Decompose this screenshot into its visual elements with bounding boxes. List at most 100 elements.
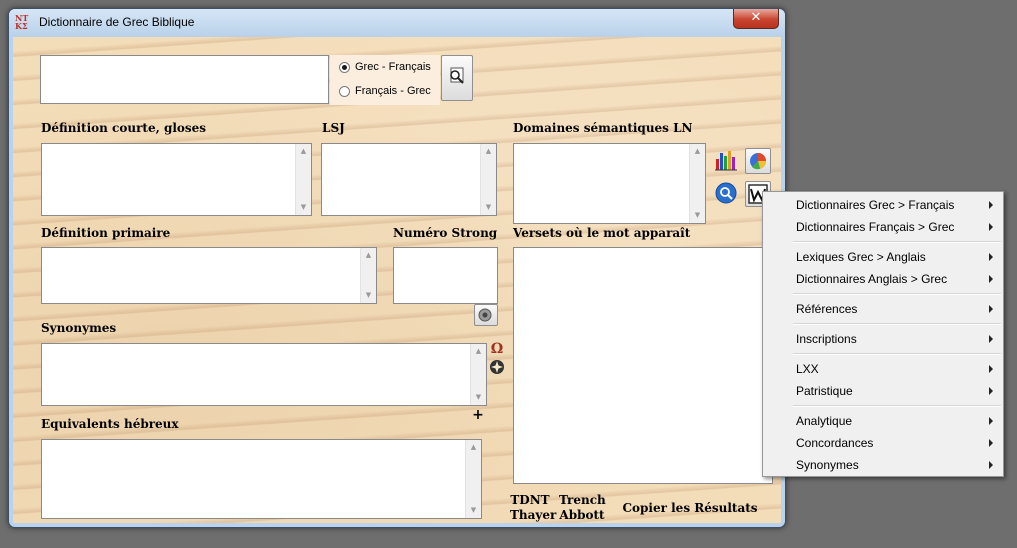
menu-item[interactable]: Synonymes [763, 454, 1003, 476]
context-menu: Dictionnaires Grec > Français Dictionnair… [762, 191, 1004, 477]
menu-item[interactable]: LXX [763, 358, 1003, 380]
omega-button[interactable]: Ω [489, 341, 505, 357]
menu-item[interactable]: Dictionnaires Grec > Français [763, 194, 1003, 216]
pie-chart-button[interactable] [745, 148, 771, 174]
numero-strong-field[interactable] [393, 247, 498, 304]
label-definition-primaire: Définition primaire [41, 226, 171, 240]
client-area: Grec - Français Français - Grec Définiti… [13, 37, 781, 523]
speaker-button[interactable] [474, 304, 498, 326]
synonymes-textarea[interactable]: ▲ ▼ [41, 343, 487, 406]
label-synonymes: Synonymes [41, 321, 117, 335]
trench-button[interactable]: Trench [559, 493, 606, 508]
menu-item[interactable]: Concordances [763, 432, 1003, 454]
menu-separator [793, 405, 1001, 407]
definition-courte-scrollbar[interactable]: ▲ ▼ [295, 144, 311, 215]
plus-button[interactable]: + [471, 407, 485, 423]
search-input[interactable] [40, 55, 329, 104]
main-window: ΝΤ ΚΣ Dictionnaire de Grec Biblique ✕ Gr… [8, 8, 786, 528]
globe-search-icon [715, 182, 737, 204]
menu-separator [793, 323, 1001, 325]
menu-item-label: Patristique [796, 384, 853, 398]
omega-icon: Ω [490, 341, 504, 357]
menu-item[interactable]: Analytique [763, 410, 1003, 432]
copier-resultats-button[interactable]: Copier les Résultats [620, 501, 760, 516]
radio-grec-francais-label[interactable]: Grec - Français [355, 61, 431, 73]
close-button[interactable]: ✕ [733, 9, 779, 29]
menu-item[interactable]: Patristique [763, 380, 1003, 402]
scroll-up-icon[interactable]: ▲ [690, 144, 705, 159]
menu-separator [793, 241, 1001, 243]
menu-item[interactable]: Dictionnaires Français > Grec [763, 216, 1003, 238]
radio-francais-grec[interactable] [339, 86, 350, 97]
menu-item-label: Dictionnaires Grec > Français [796, 198, 955, 212]
speaker-icon [478, 308, 492, 322]
label-lsj: LSJ [322, 121, 345, 135]
versets-textarea[interactable] [513, 247, 773, 484]
app-icon: ΝΤ ΚΣ [15, 14, 33, 32]
menu-separator [793, 293, 1001, 295]
abbott-button[interactable]: Abbott [559, 508, 605, 523]
globe-search-button[interactable] [714, 181, 738, 205]
submenu-arrow-icon [989, 223, 993, 231]
scroll-up-icon[interactable]: ▲ [361, 248, 376, 263]
scroll-down-icon[interactable]: ▼ [361, 288, 376, 303]
scroll-up-icon[interactable]: ▲ [296, 144, 311, 159]
scroll-down-icon[interactable]: ▼ [481, 200, 496, 215]
label-versets: Versets où le mot apparaît [513, 226, 691, 240]
submenu-arrow-icon [989, 365, 993, 373]
radio-francais-grec-label[interactable]: Français - Grec [355, 85, 431, 97]
tdnt-thayer-buttons: TDNT Thayer [510, 493, 556, 523]
submenu-arrow-icon [989, 253, 993, 261]
submenu-arrow-icon [989, 439, 993, 447]
menu-item-label: Dictionnaires Français > Grec [796, 220, 955, 234]
bar-chart-button[interactable] [713, 147, 739, 173]
menu-item-label: LXX [796, 362, 819, 376]
magnifier-icon [450, 67, 464, 84]
submenu-arrow-icon [989, 461, 993, 469]
submenu-arrow-icon [989, 201, 993, 209]
app-icon-text: ΝΤ ΚΣ [15, 13, 29, 31]
submenu-arrow-icon [989, 335, 993, 343]
definition-primaire-scrollbar[interactable]: ▲ ▼ [360, 248, 376, 303]
scroll-up-icon[interactable]: ▲ [471, 344, 486, 359]
compass-button[interactable] [489, 359, 505, 375]
submenu-arrow-icon [989, 387, 993, 395]
lsj-textarea[interactable]: ▲ ▼ [321, 143, 497, 216]
domaines-textarea[interactable]: ▲ ▼ [513, 143, 706, 224]
menu-item[interactable]: Lexiques Grec > Anglais [763, 246, 1003, 268]
menu-item[interactable]: Inscriptions [763, 328, 1003, 350]
synonymes-scrollbar[interactable]: ▲ ▼ [470, 344, 486, 405]
menu-item-label: Synonymes [796, 458, 859, 472]
radio-grec-francais[interactable] [339, 62, 350, 73]
menu-item-label: Analytique [796, 414, 853, 428]
label-definition-courte: Définition courte, gloses [41, 121, 207, 135]
definition-courte-textarea[interactable]: ▲ ▼ [41, 143, 312, 216]
scroll-down-icon[interactable]: ▼ [466, 503, 481, 518]
equivalents-hebreux-scrollbar[interactable]: ▲ ▼ [465, 440, 481, 518]
lsj-scrollbar[interactable]: ▲ ▼ [480, 144, 496, 215]
menu-item[interactable]: Dictionnaires Anglais > Grec [763, 268, 1003, 290]
definition-primaire-textarea[interactable]: ▲ ▼ [41, 247, 377, 304]
bar-chart-icon [715, 151, 737, 171]
scroll-up-icon[interactable]: ▲ [466, 440, 481, 455]
scroll-down-icon[interactable]: ▼ [296, 200, 311, 215]
search-button[interactable] [441, 55, 473, 101]
menu-item[interactable]: Références [763, 298, 1003, 320]
close-icon: ✕ [750, 10, 762, 25]
thayer-button[interactable]: Thayer [510, 508, 556, 523]
menu-item-label: Dictionnaires Anglais > Grec [796, 272, 948, 286]
compass-icon [490, 360, 504, 374]
equivalents-hebreux-textarea[interactable]: ▲ ▼ [41, 439, 482, 519]
pie-chart-icon [750, 153, 766, 170]
title-bar[interactable]: ΝΤ ΚΣ Dictionnaire de Grec Biblique ✕ [9, 9, 785, 37]
menu-item-label: Inscriptions [796, 332, 857, 346]
scroll-down-icon[interactable]: ▼ [690, 208, 705, 223]
domaines-scrollbar[interactable]: ▲ ▼ [689, 144, 705, 223]
scroll-up-icon[interactable]: ▲ [481, 144, 496, 159]
window-title: Dictionnaire de Grec Biblique [39, 15, 195, 29]
submenu-arrow-icon [989, 275, 993, 283]
scroll-down-icon[interactable]: ▼ [471, 390, 486, 405]
tdnt-button[interactable]: TDNT [510, 493, 550, 508]
label-domaines: Domaines sémantiques LN [513, 121, 693, 135]
menu-separator [793, 353, 1001, 355]
